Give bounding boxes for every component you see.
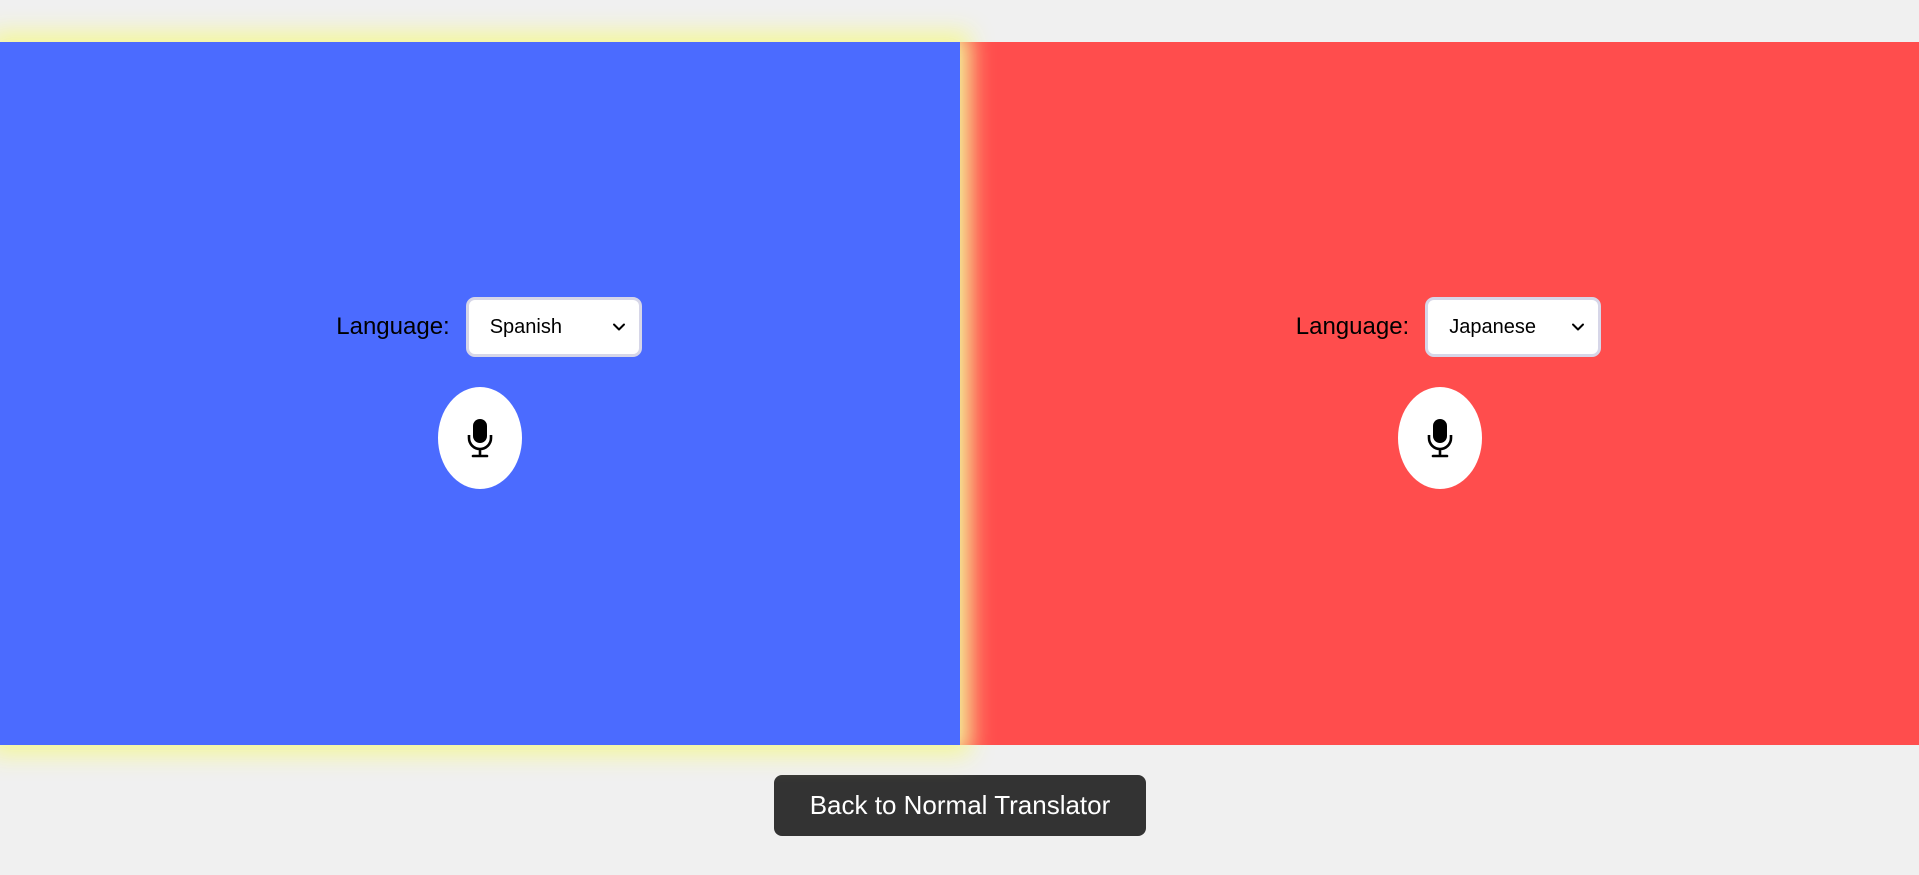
right-controls: Language: Japanese [960,297,1919,489]
microphone-icon [467,419,493,458]
right-language-label: Language: [1295,313,1410,340]
right-mic-button[interactable] [1397,387,1482,489]
right-language-row: Language: Japanese [1295,297,1602,357]
left-language-selected-value: Spanish [489,315,562,338]
microphone-icon [1427,419,1452,458]
conversation-panels: Language: Spanish Language: Japanese [0,42,1919,745]
back-to-normal-translator-button[interactable]: Back to Normal Translator [774,775,1146,836]
app-root: Language: Spanish Language: Japanese Bac… [0,0,1919,875]
chevron-down-icon [612,323,625,331]
left-speaker-panel: Language: Spanish [0,42,960,745]
right-language-selected-value: Japanese [1449,315,1536,338]
left-language-select[interactable]: Spanish [465,297,642,357]
right-speaker-panel: Language: Japanese [960,42,1919,745]
left-controls: Language: Spanish [0,297,960,489]
left-language-label: Language: [336,313,450,340]
left-language-row: Language: Spanish [336,297,642,357]
right-language-select[interactable]: Japanese [1425,297,1602,357]
left-mic-button[interactable] [438,387,522,489]
chevron-down-icon [1572,323,1585,331]
